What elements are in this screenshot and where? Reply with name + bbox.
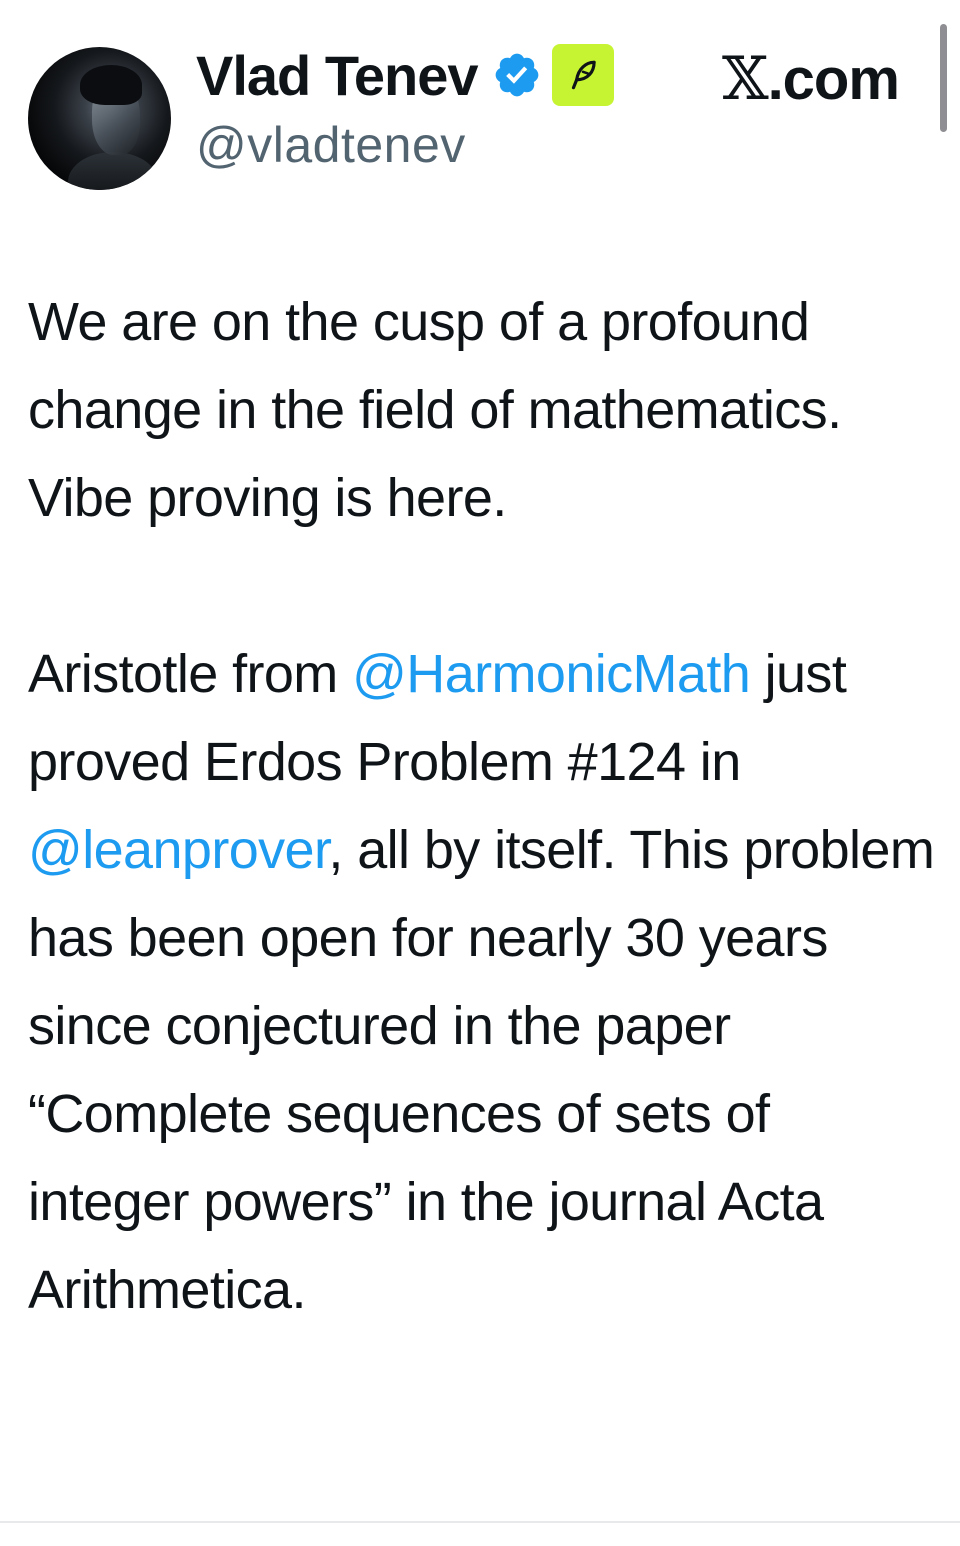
tweet-text-segment: , all by itself. This problem has been o…: [28, 820, 935, 1320]
tweet-paragraph-2: Aristotle from @HarmonicMath just proved…: [28, 630, 938, 1334]
author-display-name[interactable]: Vlad Tenev: [196, 43, 479, 108]
mention-link-leanprover[interactable]: @leanprover: [28, 820, 329, 880]
avatar-hair: [80, 65, 142, 105]
x-logo-icon: 𝕏: [722, 44, 769, 114]
x-com-watermark: 𝕏.com: [722, 44, 900, 114]
avatar[interactable]: [28, 47, 171, 190]
scrollbar[interactable]: [940, 24, 947, 132]
mention-link-harmonicmath[interactable]: @HarmonicMath: [352, 644, 751, 704]
tweet-paragraph-1: We are on the cusp of a profound change …: [28, 292, 842, 528]
affiliate-badge[interactable]: [551, 44, 614, 106]
author-name-row: Vlad Tenev: [196, 40, 614, 110]
verified-badge-icon[interactable]: [492, 50, 542, 100]
tweet-text: We are on the cusp of a profound change …: [28, 278, 938, 1334]
feather-icon: [571, 60, 596, 90]
author-handle[interactable]: @vladtenev: [196, 116, 466, 174]
tweet-header: Vlad Tenev @vladtenev 𝕏.com: [0, 0, 960, 210]
domain-suffix: .com: [767, 47, 900, 112]
divider: [0, 1521, 960, 1523]
tweet-text-segment: Aristotle from: [28, 644, 353, 704]
avatar-shoulder: [68, 152, 158, 190]
